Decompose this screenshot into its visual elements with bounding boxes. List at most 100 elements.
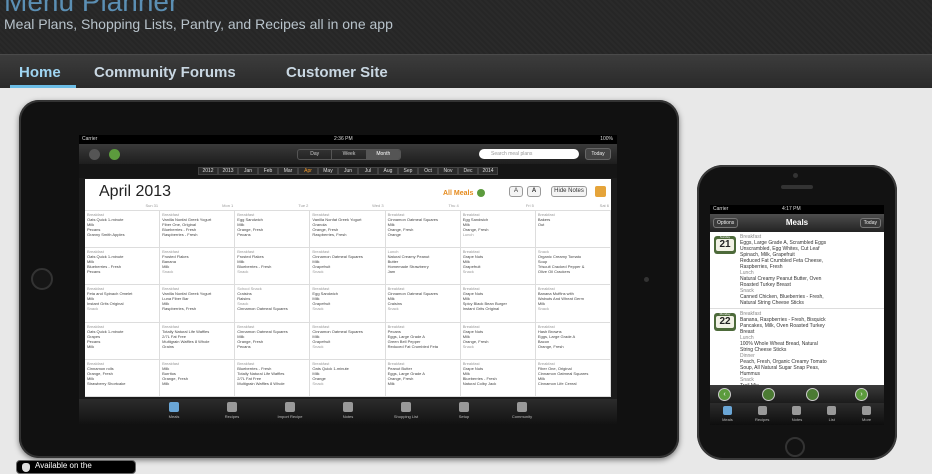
segment-month[interactable]: Month [366, 150, 400, 159]
calendar-day-cell[interactable]: Breakfast Vanilla Nonfat Greek Yogurt Fibe… [160, 211, 236, 249]
month-tab[interactable]: Feb [258, 167, 278, 175]
calendar-day-cell[interactable]: Breakfast Frosted Flakes Milk Blueberries -… [235, 248, 311, 286]
month-tab[interactable]: 2012 [198, 167, 218, 175]
meal-entry: Snack [312, 343, 324, 349]
month-tab[interactable]: Sep [398, 167, 418, 175]
iphone-tab[interactable]: More [849, 403, 884, 425]
tab-icon [792, 406, 802, 415]
iphone-tab[interactable]: Notes [780, 403, 815, 425]
calendar-day-cell[interactable]: Breakfast Cinnamon Oatmeal Squares Milk Ora… [385, 211, 461, 249]
font-smaller-button[interactable]: A [509, 186, 523, 197]
calendar-day-cell[interactable]: Breakfast Cinnamon Oatmeal Squares Milk Ora… [235, 322, 311, 360]
today-button[interactable]: Today [585, 148, 611, 160]
calendar-day-cell[interactable]: Breakfast Fiber One, Original Cinnamon Oat… [535, 359, 611, 397]
calendar-day-cell[interactable]: Breakfast Grape Nuts Milk Grapefruit Snack [460, 248, 536, 286]
day-row[interactable]: Sunday 21 Breakfast Eggs, Large Grade A, Sc… [710, 232, 884, 309]
calendar-day-cell[interactable]: Breakfast Cinnamon Oatmeal Squares Milk Cra… [385, 285, 461, 323]
nav-customer-site[interactable]: Customer Site [286, 64, 388, 81]
month-tab[interactable]: Aug [378, 167, 398, 175]
month-tab[interactable]: Jun [338, 167, 358, 175]
calendar-day-cell[interactable]: Breakfast Banana Muffins with Walnuts And … [535, 285, 611, 323]
weekday-header: Thu 4 [385, 203, 461, 211]
calendar-day-cell[interactable]: Breakfast Grape Nuts Milk Blueberries - Fre… [460, 359, 536, 397]
app-store-badge[interactable]: Available on the [16, 460, 136, 474]
tab-label: Notes [342, 414, 354, 419]
calendar-day-cell[interactable]: Breakfast Oats Quick 1-minute Milk Blueberr… [85, 248, 161, 286]
month-tab[interactable]: 2013 [218, 167, 238, 175]
iphone-tab[interactable]: List [814, 403, 849, 425]
calendar-day-cell[interactable]: Breakfast Frosted Flakes Banana Milk Snack [160, 248, 236, 286]
all-meals-filter[interactable]: All Meals [443, 189, 486, 197]
calendar-day-cell[interactable]: Breakfast Egg Sandwich Milk Orange, Fresh Lu… [460, 211, 536, 249]
refresh-icon[interactable] [89, 149, 100, 160]
meal-entry: Snack [312, 306, 324, 312]
segment-day[interactable]: Day [298, 150, 333, 159]
ipad-tab[interactable]: Setup [435, 399, 493, 425]
iphone-home-button [785, 437, 805, 457]
ipad-tab[interactable]: Notes [319, 399, 377, 425]
ipad-tab[interactable]: Shopping List [377, 399, 435, 425]
calendar-day-cell[interactable]: Breakfast Totally Natural Life Waffles 2/7… [160, 322, 236, 360]
calendar-day-cell[interactable]: Breakfast Oats Quick 1-minute Grapes Pecans… [85, 322, 161, 360]
month-tab[interactable]: Dec [458, 167, 478, 175]
prev-arrow-icon[interactable]: ‹ [718, 388, 731, 401]
ipad-tab[interactable]: Recipes [203, 399, 261, 425]
search-input[interactable]: Search meal plans [479, 149, 579, 159]
shopping-icon[interactable] [806, 388, 819, 401]
calendar-day-cell[interactable]: Breakfast Peanut Butter Eggs, Large Grade … [385, 359, 461, 397]
month-tab[interactable]: Jul [358, 167, 378, 175]
next-arrow-icon[interactable]: › [855, 388, 868, 401]
meal-entry: Snack [162, 269, 174, 275]
calendar-day-cell[interactable]: Breakfast Milk Burritos Orange, Fresh Milk [160, 359, 236, 397]
calendar-day-cell[interactable]: Lunch Natural Creamy Peanut Butter Homemade… [385, 248, 461, 286]
calendar-day-cell[interactable]: Breakfast Egg Sandwich Milk Grapefruit Snack [310, 285, 386, 323]
print-icon[interactable] [595, 186, 606, 197]
copy-icon[interactable] [762, 388, 775, 401]
nav-home[interactable]: Home [19, 64, 61, 81]
iphone-tab[interactable]: Meals [710, 403, 745, 425]
month-tab[interactable]: May [318, 167, 338, 175]
hide-notes-button[interactable]: Hide Notes [551, 186, 587, 197]
calendar-day-cell[interactable]: Snack Organic Creamy Tomato Soup Triscuit C… [535, 248, 611, 286]
month-tab[interactable]: Apr [298, 167, 318, 175]
font-larger-button[interactable]: A [527, 186, 541, 197]
month-tab[interactable]: Mar [278, 167, 298, 175]
ipad-tab[interactable]: Import Recipe [261, 399, 319, 425]
ipad-tab[interactable]: Community [493, 399, 551, 425]
calendar-day-cell[interactable]: Breakfast Feta and Spinach Omelet Milk Inst… [85, 285, 161, 323]
iphone-tab[interactable]: Recipes [745, 403, 780, 425]
month-tab[interactable]: Oct [418, 167, 438, 175]
calendar-day-cell[interactable]: Breakfast Cinnamon rolls Orange, Fresh Milk… [85, 359, 161, 397]
day-row[interactable]: Monday 22 Breakfast Banana, Raspberries - F… [710, 309, 884, 392]
calendar-day-cell[interactable]: Breakfast Oats Quick 1-minute Milk Pecans Gr… [85, 211, 161, 249]
segment-week[interactable]: Week [332, 150, 367, 159]
calendar-day-cell[interactable]: Breakfast Pecans Eggs, Large Grade A Green … [385, 322, 461, 360]
calendar-day-cell[interactable]: Breakfast Vanilla Nonfat Greek Yogurt Luna… [160, 285, 236, 323]
add-icon[interactable] [109, 149, 120, 160]
calendar-day-cell[interactable]: School Snack Craisins Raisins Snack Cinnamon… [235, 285, 311, 323]
calendar-day-cell[interactable]: Breakfast Grape Nuts Milk Spicy Black Bean … [460, 285, 536, 323]
calendar-day-cell[interactable]: Breakfast Bakers Out [535, 211, 611, 249]
calendar-day-cell[interactable]: Breakfast Cinnamon Oatmeal Squares Milk Gra… [310, 248, 386, 286]
meal-entry: Snack [462, 269, 474, 275]
tab-icon [517, 402, 527, 412]
meal-entry: Raspberries, Fresh [312, 232, 347, 237]
meal-entry: Milk [387, 380, 395, 386]
calendar-day-cell[interactable]: Breakfast Grape Nuts Milk Orange, Fresh Snac… [460, 322, 536, 360]
month-tab[interactable]: Jan [238, 167, 258, 175]
calendar-day-cell[interactable]: Breakfast Hash Browns Eggs, Large Grade AB… [535, 322, 611, 360]
meal-entry: Milk [162, 380, 170, 386]
ipad-tab[interactable]: Meals [145, 399, 203, 425]
iphone-today-button[interactable]: Today [859, 218, 881, 228]
calendar-day-cell[interactable]: Breakfast Cinnamon Oatmeal Squares Milk Gra… [310, 322, 386, 360]
calendar-day-cell[interactable]: Breakfast Oats Quick 1-minute Milk Orange Sn… [310, 359, 386, 397]
calendar-day-cell[interactable]: Breakfast Vanilla Nonfat Greek Yogurt Gran… [310, 211, 386, 249]
calendar-day-cell[interactable]: Breakfast Egg Sandwich Milk Orange, Fresh Pe… [235, 211, 311, 249]
nav-community-forums[interactable]: Community Forums [94, 64, 236, 81]
ipad-statusbar: Carrier 2:36 PM 100% [79, 135, 617, 144]
meal-entry: Cinnamon Oatmeal Squares [237, 306, 288, 312]
month-selector: 2012 2013 Jan Feb Mar Apr May Jun Jul Aug Sep Oct No… [79, 164, 617, 178]
calendar-day-cell[interactable]: Breakfast Blueberries - Fresh Totally Natu… [235, 359, 311, 397]
month-tab[interactable]: 2014 [478, 167, 498, 175]
month-tab[interactable]: Nov [438, 167, 458, 175]
